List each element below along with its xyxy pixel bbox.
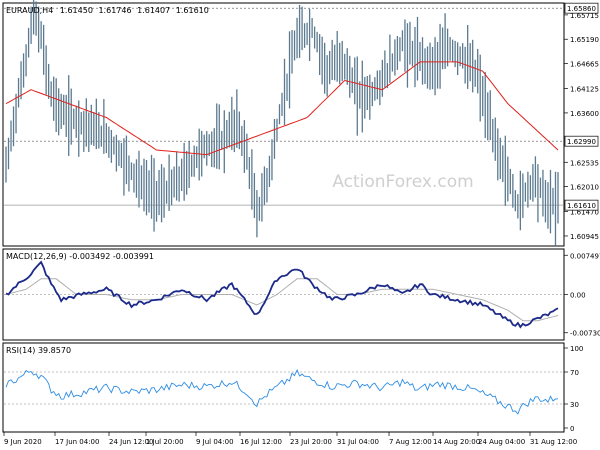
symbol-label: EURAUD,H4 xyxy=(6,6,53,15)
ohlc-high: 1.61746 xyxy=(98,6,131,15)
x-tick-label: 24 Aug 04:00 xyxy=(478,438,525,446)
macd-panel-title: MACD(12,26,9) -0.003492 -0.003991 xyxy=(6,252,154,261)
y-tick-label: 1.62010 xyxy=(570,184,599,192)
x-tick-label: 23 Jul 20:00 xyxy=(290,438,332,446)
y-tick-label: 1.64125 xyxy=(570,86,599,94)
watermark: ActionForex.com xyxy=(332,172,473,192)
level-marker-label: 1.61610 xyxy=(567,202,596,210)
chart-canvas: ActionForex.com 1.657151.651901.646651.6… xyxy=(0,0,600,450)
ohlc-close: 1.61610 xyxy=(176,6,209,15)
price-panel-title: EURAUD,H4 1.61450 1.61746 1.61407 1.6161… xyxy=(6,6,209,15)
x-tick-label: 9 Jul 04:00 xyxy=(196,438,234,446)
y-tick-label: 1.64665 xyxy=(570,61,599,69)
x-tick-label: 17 Jun 04:00 xyxy=(55,438,99,446)
x-tick-label: 7 Aug 12:00 xyxy=(389,438,432,446)
chart-background xyxy=(0,0,600,450)
ohlc-low: 1.61407 xyxy=(137,6,170,15)
y-tick-label: 1.62535 xyxy=(570,159,599,167)
ohlc-open: 1.61450 xyxy=(60,6,93,15)
level-marker-label: 1.65860 xyxy=(567,5,596,13)
macd-tick-label: 0.00 xyxy=(570,292,586,300)
x-tick-label: 9 Jun 2020 xyxy=(4,438,42,446)
macd-tick-label: 0.007497 xyxy=(570,252,600,260)
x-tick-label: 31 Aug 12:00 xyxy=(530,438,577,446)
rsi-tick-label: 30 xyxy=(570,401,579,409)
y-tick-label: 1.63600 xyxy=(570,110,599,118)
rsi-panel-title: RSI(14) 39.8570 xyxy=(6,346,71,355)
x-tick-label: 31 Jul 04:00 xyxy=(337,438,379,446)
rsi-tick-label: 70 xyxy=(570,369,579,377)
y-tick-label: 1.65190 xyxy=(570,36,599,44)
x-tick-label: 1 Jul 20:00 xyxy=(146,438,184,446)
x-tick-label: 16 Jul 12:00 xyxy=(240,438,282,446)
rsi-tick-label: 100 xyxy=(570,345,583,353)
y-tick-label: 1.60945 xyxy=(570,233,599,241)
macd-tick-label: -0.007306 xyxy=(570,330,600,338)
x-tick-label: 14 Aug 20:00 xyxy=(433,438,480,446)
level-marker-label: 1.62990 xyxy=(567,138,596,146)
rsi-tick-label: 0 xyxy=(570,425,574,433)
